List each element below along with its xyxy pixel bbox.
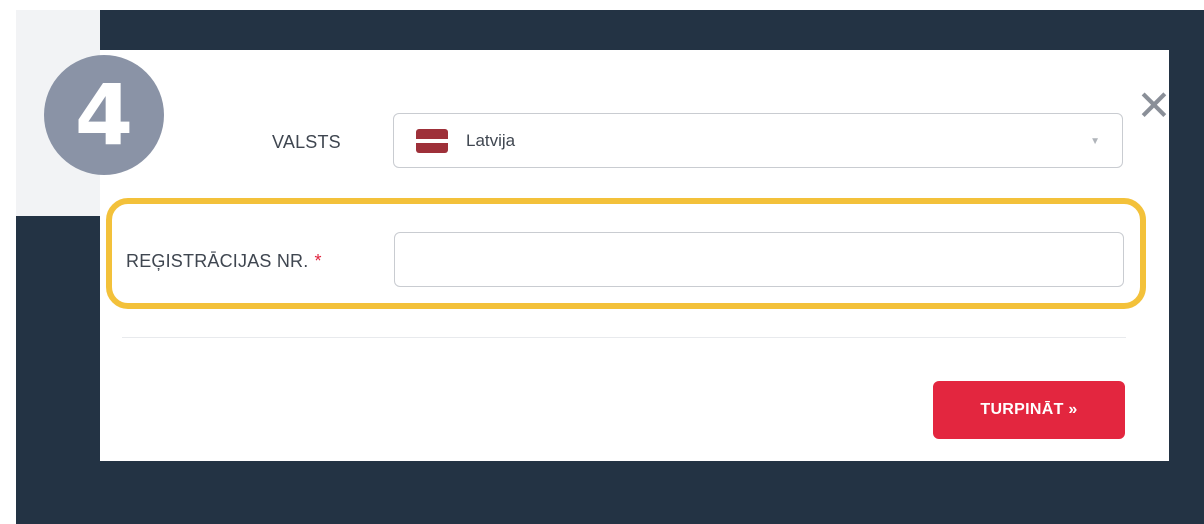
country-select[interactable]: Latvija ▼ bbox=[393, 113, 1123, 168]
chevron-down-icon: ▼ bbox=[1090, 136, 1100, 147]
registration-label: REĢISTRĀCIJAS NR. * bbox=[126, 251, 322, 272]
divider bbox=[122, 337, 1126, 338]
required-marker: * bbox=[314, 251, 322, 271]
close-icon[interactable]: ✕ bbox=[1132, 84, 1176, 128]
continue-button[interactable]: TURPINĀT » bbox=[933, 381, 1125, 439]
step-number-badge: 4 bbox=[44, 55, 164, 175]
registration-label-text: REĢISTRĀCIJAS NR. bbox=[126, 251, 309, 271]
latvia-flag-icon bbox=[416, 129, 448, 153]
country-label: VALSTS bbox=[272, 132, 341, 152]
country-selected-value: Latvija bbox=[466, 131, 516, 150]
registration-number-input[interactable] bbox=[394, 232, 1124, 287]
